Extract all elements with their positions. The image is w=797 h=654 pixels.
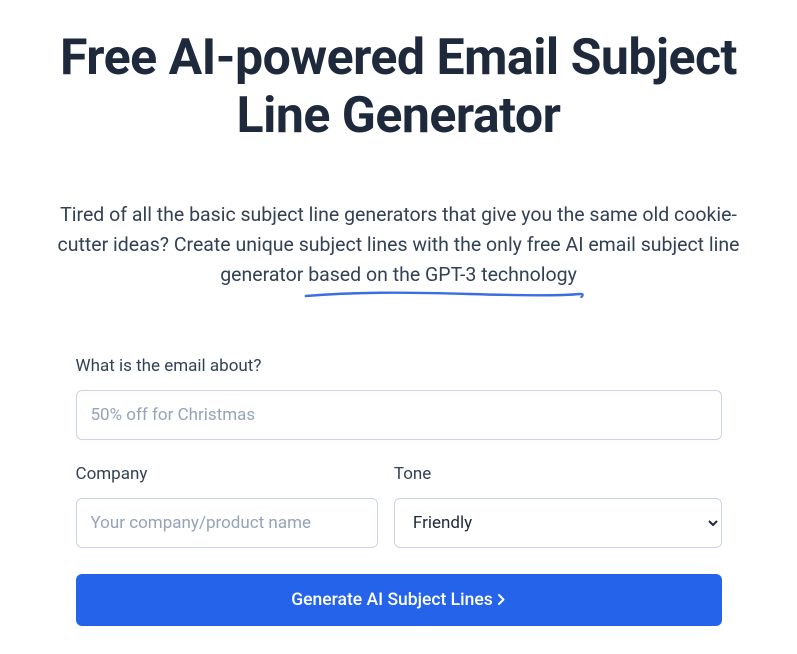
page-title: Free AI-powered Email Subject Line Gener… (40, 30, 757, 145)
page-subtitle: Tired of all the basic subject line gene… (40, 200, 757, 291)
company-label: Company (76, 464, 378, 484)
email-about-input[interactable] (76, 390, 722, 440)
subtitle-underlined-wrap: based on the GPT-3 technology (308, 260, 577, 290)
generate-button[interactable]: Generate AI Subject Lines (76, 574, 722, 626)
email-about-label: What is the email about? (76, 356, 722, 376)
hand-underline-icon (304, 289, 585, 303)
tone-select[interactable]: Friendly (394, 498, 722, 548)
generate-button-label: Generate AI Subject Lines (291, 590, 492, 610)
company-input[interactable] (76, 498, 378, 548)
subtitle-underlined-text: based on the GPT-3 technology (308, 263, 577, 286)
tone-label: Tone (394, 464, 722, 484)
generator-form: What is the email about? Company Tone Fr… (74, 356, 724, 626)
chevron-right-icon (497, 593, 506, 606)
